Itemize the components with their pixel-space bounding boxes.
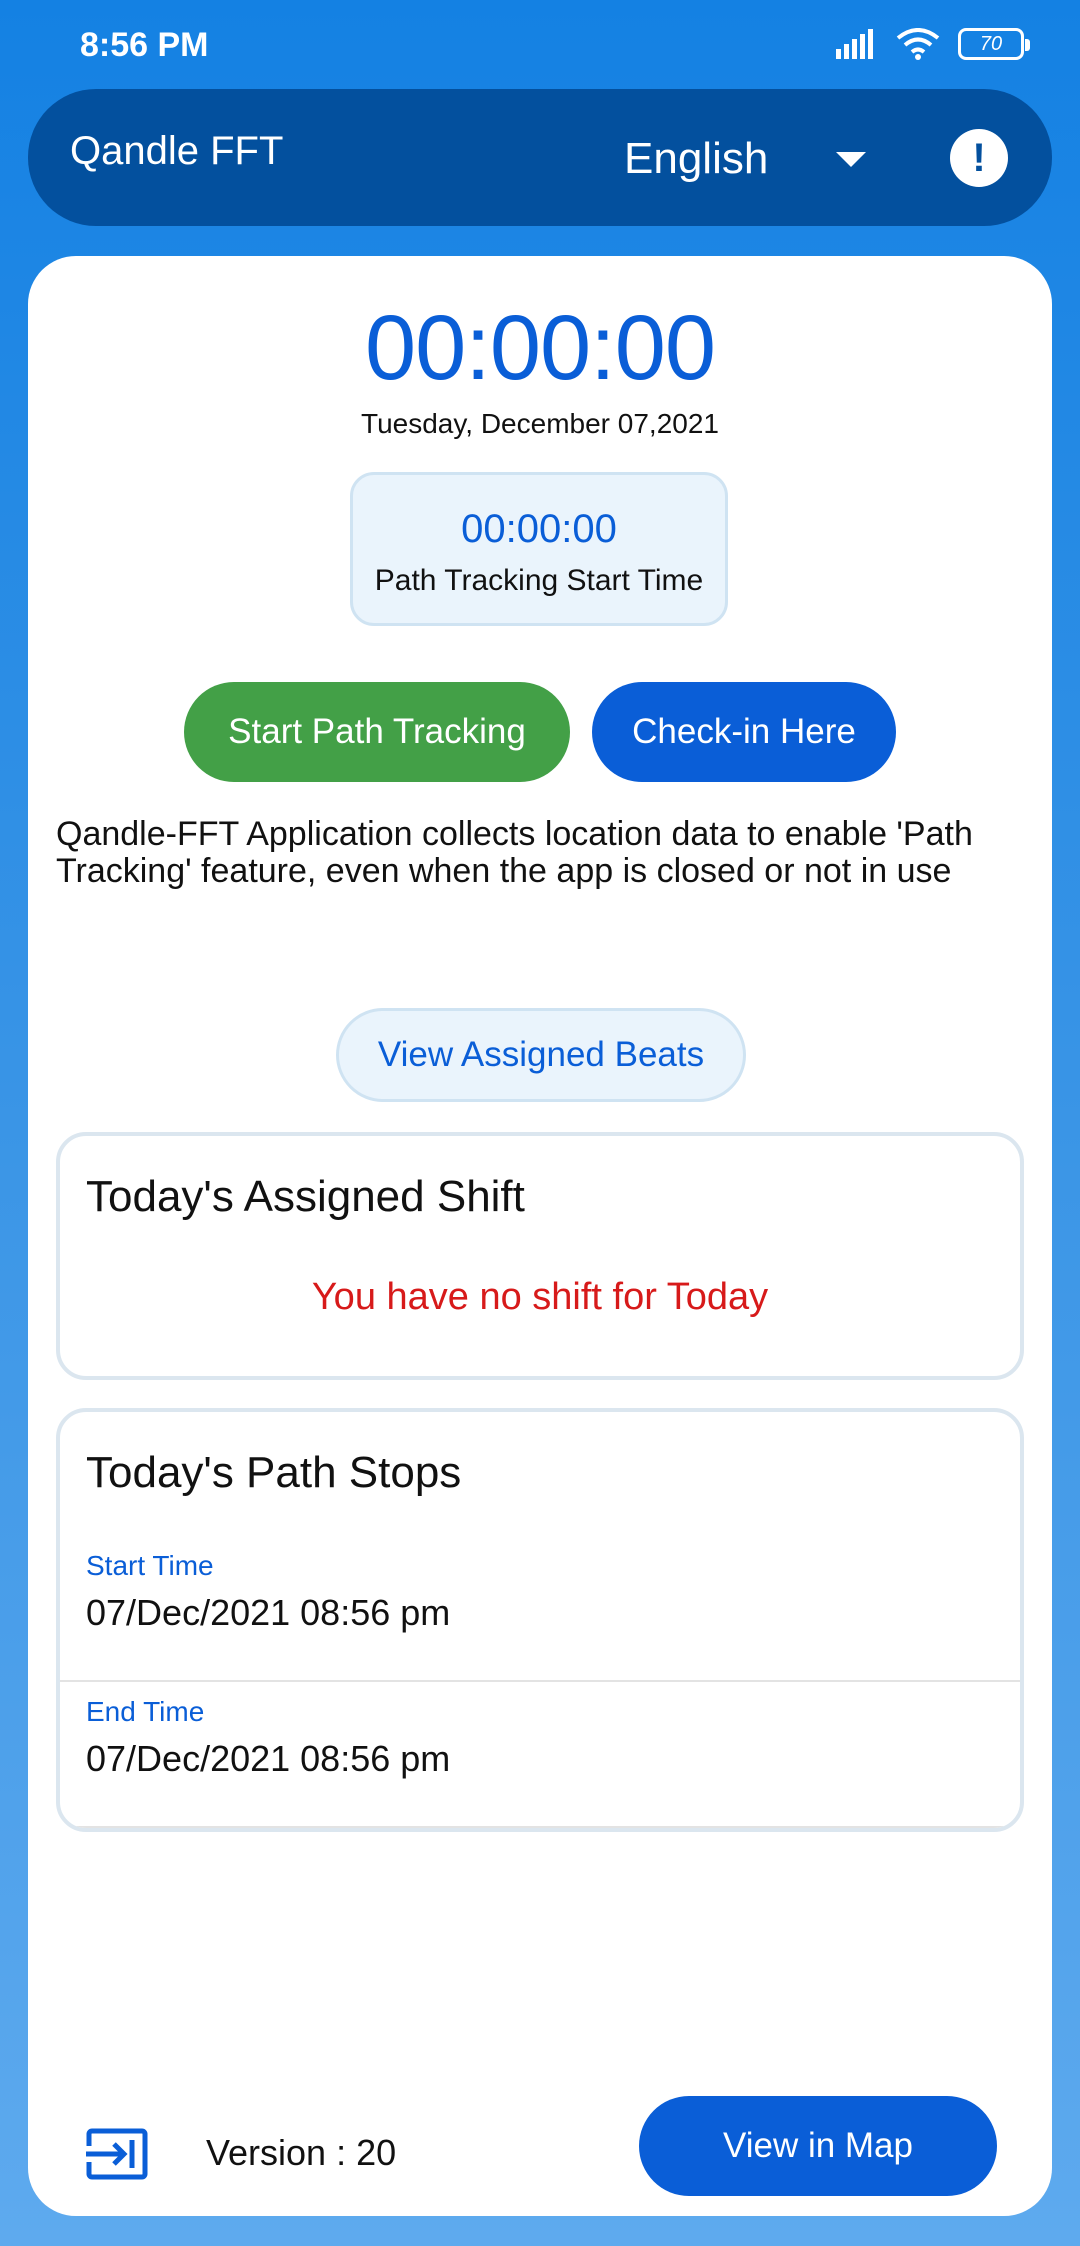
view-in-map-label: View in Map [722, 2126, 913, 2165]
list-item: Start Time 07/Dec/2021 08:56 pm [60, 1536, 1020, 1682]
signal-icon [836, 29, 873, 59]
app-header: Qandle FFT English ! [28, 89, 1052, 226]
exclamation-icon: ! [972, 135, 986, 180]
stop-end-label: End Time [86, 1696, 205, 1727]
path-stops-title: Today's Path Stops [86, 1448, 462, 1497]
caret-down-icon[interactable] [836, 152, 866, 167]
path-tracking-start-box: 00:00:00 Path Tracking Start Time [350, 472, 728, 626]
main-card: 00:00:00 Tuesday, December 07,2021 00:00… [28, 256, 1052, 2216]
view-assigned-beats-button[interactable]: View Assigned Beats [336, 1008, 746, 1102]
stop-start-label: Start Time [86, 1550, 214, 1581]
start-path-tracking-button[interactable]: Start Path Tracking [184, 682, 570, 782]
path-tracking-start-label: Path Tracking Start Time [374, 564, 704, 597]
info-button[interactable]: ! [950, 129, 1008, 187]
assigned-shift-title: Today's Assigned Shift [86, 1172, 525, 1221]
list-item: End Time 07/Dec/2021 08:56 pm [60, 1682, 1020, 1828]
current-date: Tuesday, December 07,2021 [361, 408, 719, 439]
path-tracking-start-time: 00:00:00 [461, 507, 617, 551]
path-stops-card: Today's Path Stops Start Time 07/Dec/202… [56, 1408, 1024, 1832]
view-assigned-beats-label: View Assigned Beats [377, 1035, 705, 1074]
app-title: Qandle FFT [70, 129, 284, 173]
view-in-map-button[interactable]: View in Map [639, 2096, 997, 2196]
logout-icon[interactable] [86, 2128, 148, 2180]
status-bar: 8:56 PM 70 [0, 0, 1080, 90]
no-shift-message: You have no shift for Today [311, 1276, 769, 1318]
battery-icon: 70 [958, 28, 1030, 60]
battery-level: 70 [979, 32, 1003, 55]
wifi-icon [896, 28, 940, 60]
assigned-shift-card: Today's Assigned Shift You have no shift… [56, 1132, 1024, 1380]
stop-end-value: 07/Dec/2021 08:56 pm [86, 1738, 451, 1779]
status-icons: 70 [836, 28, 1030, 60]
check-in-button[interactable]: Check-in Here [592, 682, 896, 782]
location-disclaimer: Qandle-FFT Application collects location… [56, 815, 973, 890]
stop-start-value: 07/Dec/2021 08:56 pm [86, 1592, 451, 1633]
version-label: Version : 20 [206, 2132, 397, 2173]
status-time: 8:56 PM [80, 26, 209, 64]
language-value: English [624, 134, 769, 183]
timer-display: 00:00:00 [364, 297, 716, 399]
